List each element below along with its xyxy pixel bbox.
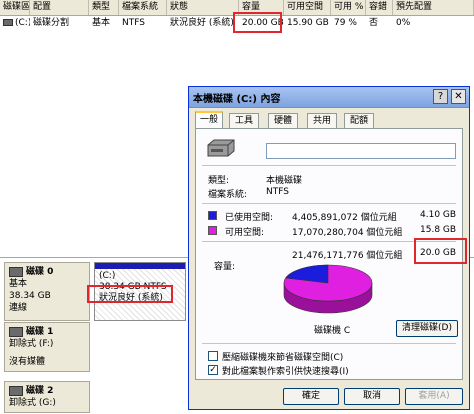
dialog-title: 本機磁碟 (C:) 內容 [193, 94, 281, 105]
close-icon[interactable]: ✕ [451, 89, 466, 104]
highlight-partition-size [87, 285, 173, 303]
disk-0-label[interactable]: 磁碟 0 基本 38.34 GB 連線 [4, 262, 90, 321]
free-space-bytes: 17,070,280,704 個位元組 [292, 228, 403, 238]
divider [202, 203, 456, 204]
disk-name: 磁碟 2 [26, 386, 54, 396]
index-label: 對此檔案製作索引供快速搜尋(I) [222, 367, 349, 377]
col-layout[interactable]: 配置 [30, 0, 89, 15]
volume-name-field[interactable] [266, 143, 456, 159]
divider [202, 343, 456, 344]
ok-button[interactable]: 確定 [283, 388, 339, 405]
cell-volume: (C:) [0, 16, 30, 30]
index-checkbox[interactable]: ✓ [208, 365, 218, 375]
removable-disk-icon [9, 385, 23, 396]
disk-cleanup-button[interactable]: 清理磁碟(D) [396, 320, 458, 337]
filesystem-value: NTFS [266, 187, 289, 197]
used-space-gb: 4.10 GB [420, 210, 457, 220]
cell-status: 狀況良好 (系統) [170, 18, 234, 28]
used-space-bytes: 4,405,891,072 個位元組 [292, 213, 397, 223]
cell-free-percent: 79 % [334, 18, 357, 28]
disk-name: 磁碟 0 [26, 267, 54, 277]
tab-general[interactable]: 一般 [195, 111, 223, 129]
dialog-titlebar[interactable]: 本機磁碟 (C:) 內容 ? ✕ [189, 87, 469, 108]
used-space-label: 已使用空間: [225, 213, 274, 223]
col-filesystem[interactable]: 檔案系統 [119, 0, 167, 15]
type-value: 本機磁碟 [266, 176, 303, 186]
compress-label: 壓縮磁碟機來節省磁碟空間(C) [222, 353, 344, 363]
tab-tools[interactable]: 工具 [229, 113, 259, 128]
col-free-percent[interactable]: 可用 % [331, 0, 366, 15]
disk-status: 連線 [9, 303, 28, 313]
col-overhead[interactable]: 預先配置 [393, 0, 474, 15]
free-space-gb: 15.8 GB [420, 225, 457, 235]
col-status[interactable]: 狀態 [167, 0, 239, 15]
hard-drive-icon [207, 139, 235, 157]
filesystem-label: 檔案系統: [208, 190, 248, 200]
drive-label: 磁碟機 C [314, 326, 351, 336]
apply-button[interactable]: 套用(A) [405, 388, 463, 405]
tab-quota[interactable]: 配額 [344, 113, 374, 128]
disk-size: 38.34 GB [9, 291, 51, 301]
col-volume[interactable]: 磁碟區 [0, 0, 30, 15]
cell-filesystem: NTFS [122, 18, 145, 28]
cell-layout: 磁碟分割 [33, 18, 70, 28]
partition-label: (C:) [99, 271, 116, 281]
highlight-capacity-gb [414, 238, 467, 264]
cancel-button[interactable]: 取消 [344, 388, 400, 405]
cell-free-space: 15.90 GB [287, 18, 329, 28]
disk-1-label[interactable]: 磁碟 1 卸除式 (F:) 沒有媒體 [4, 322, 90, 372]
volume-icon [3, 19, 13, 26]
hard-disk-icon [9, 266, 23, 277]
disk-2-label[interactable]: 磁碟 2 卸除式 (G:) [4, 381, 90, 413]
used-color-swatch [208, 211, 217, 220]
divider [202, 165, 456, 166]
cell-overhead: 0% [396, 18, 411, 28]
disk-name: 磁碟 1 [26, 327, 54, 337]
disk-type: 卸除式 (F:) [9, 339, 54, 349]
help-icon[interactable]: ? [433, 89, 448, 104]
disk-type: 基本 [9, 279, 28, 289]
removable-disk-icon [9, 326, 23, 337]
disk-usage-pie [283, 264, 373, 314]
properties-dialog: 本機磁碟 (C:) 內容 ? ✕ 一般 工具 硬體 共用 配額 類型: 本機磁碟… [188, 86, 470, 410]
cell-type: 基本 [92, 18, 111, 28]
col-free-space[interactable]: 可用空間 [284, 0, 331, 15]
tab-hardware[interactable]: 硬體 [268, 113, 298, 128]
type-label: 類型: [208, 176, 230, 186]
capacity-label: 容量: [214, 262, 236, 272]
free-color-swatch [208, 226, 217, 235]
capacity-bytes: 21,476,171,776 個位元組 [292, 251, 403, 261]
free-space-label: 可用空間: [225, 228, 265, 238]
disk-type: 卸除式 (G:) [9, 398, 56, 408]
compress-checkbox[interactable] [208, 351, 218, 361]
col-fault-tolerance[interactable]: 容錯 [366, 0, 393, 15]
col-type[interactable]: 類型 [89, 0, 119, 15]
disk-status: 沒有媒體 [9, 357, 46, 367]
cell-fault-tolerance: 否 [369, 18, 379, 28]
highlight-capacity [233, 12, 282, 33]
tab-sharing[interactable]: 共用 [307, 113, 337, 128]
